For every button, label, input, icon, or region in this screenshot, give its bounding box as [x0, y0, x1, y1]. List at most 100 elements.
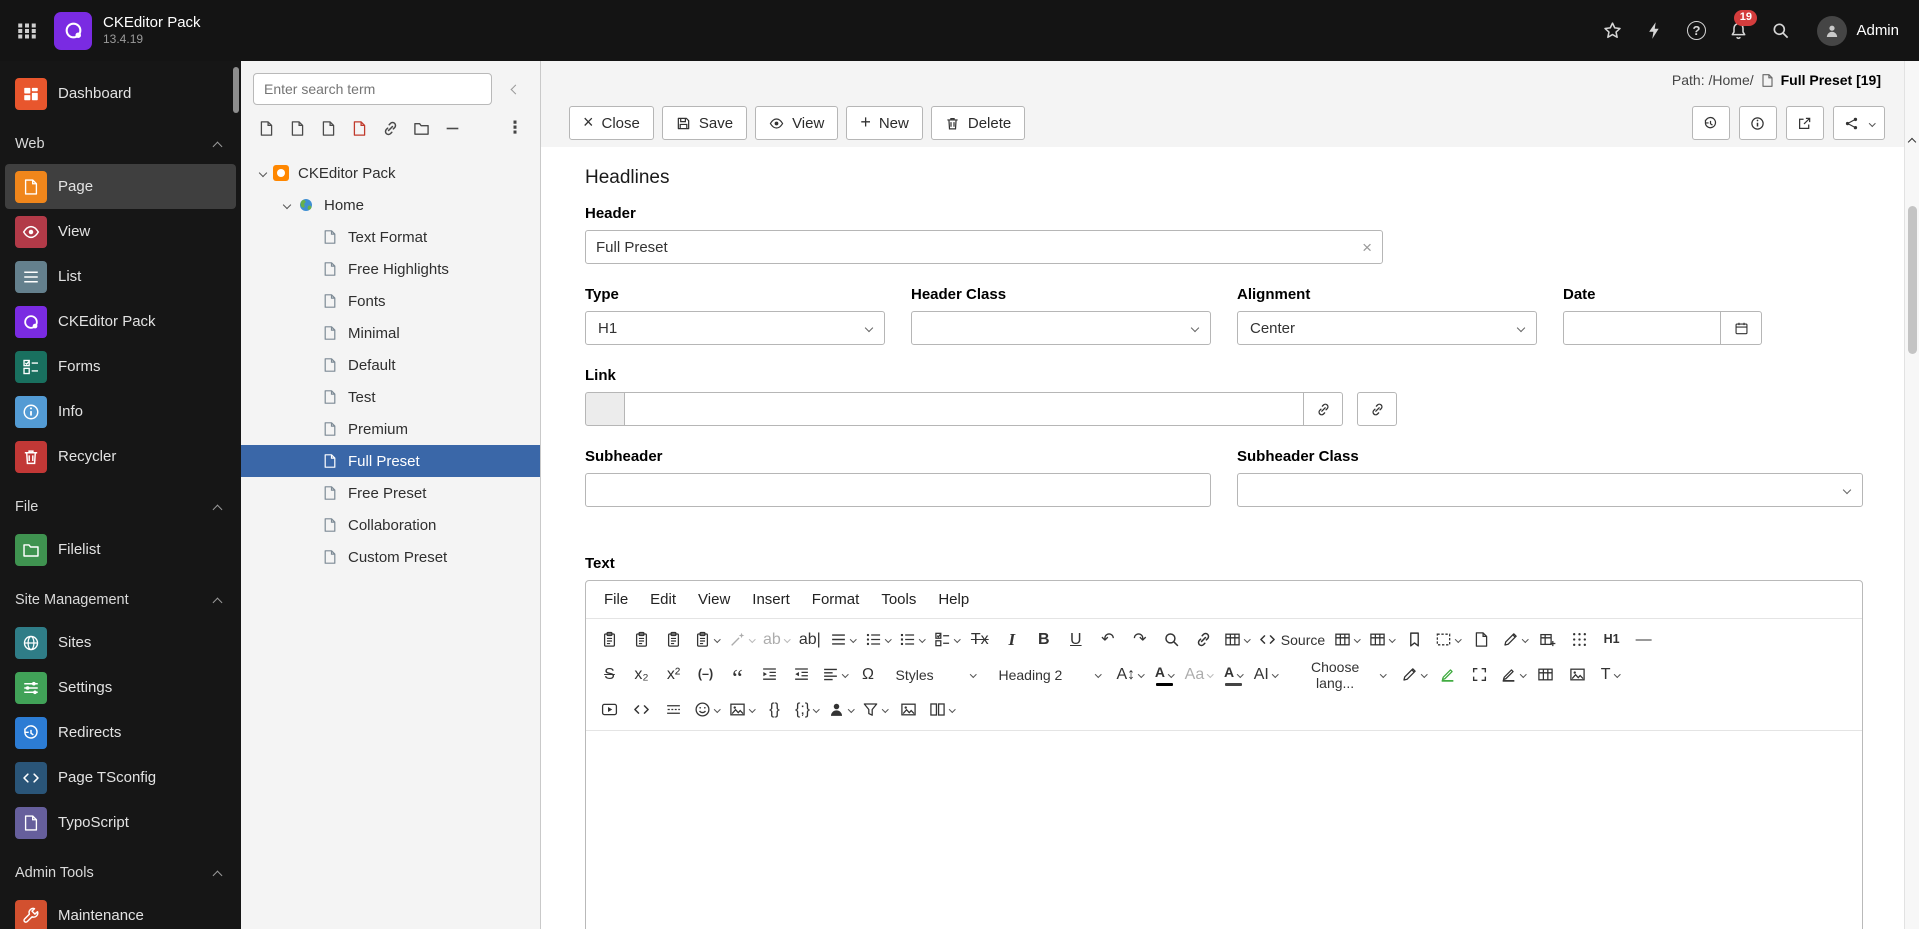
new-button[interactable]: +New [846, 106, 923, 140]
main-scrollbar-thumb[interactable] [1908, 206, 1917, 354]
editor-menu-view[interactable]: View [688, 584, 740, 615]
share-button[interactable] [1833, 106, 1886, 140]
sidebar-item-forms[interactable]: Forms [5, 344, 236, 389]
sidebar-scrollbar-thumb[interactable] [233, 67, 239, 113]
marker-button[interactable] [1496, 659, 1530, 690]
new-sysfolder-icon[interactable] [346, 115, 372, 141]
clear-icon[interactable]: × [1362, 239, 1372, 256]
tree-node-full-preset[interactable]: Full Preset [241, 445, 540, 477]
delete-button[interactable]: Delete [931, 106, 1025, 140]
alignment-select[interactable]: Center [1237, 311, 1537, 345]
ai-assistant-button[interactable]: AI [1250, 659, 1282, 690]
language-dropdown[interactable]: Choose lang... [1285, 659, 1393, 690]
tree-node-premium[interactable]: Premium [241, 413, 540, 445]
date-picker-button[interactable] [1720, 311, 1762, 345]
special-characters-button[interactable]: (–) [690, 659, 721, 690]
revision-history-button[interactable] [1466, 624, 1497, 655]
sidebar-item-filelist[interactable]: Filelist [5, 527, 236, 572]
header-input[interactable] [585, 230, 1383, 264]
tree-expander[interactable] [253, 170, 273, 176]
sidebar-item-page-tsconfig[interactable]: Page TSconfig [5, 755, 236, 800]
insert-image-button[interactable] [1562, 659, 1593, 690]
app-grid-button[interactable] [0, 0, 54, 61]
sidebar-item-view[interactable]: View [5, 209, 236, 254]
code-block-button[interactable]: {} [759, 694, 790, 725]
insert-special-character-button[interactable]: Ω [853, 659, 884, 690]
italic-button[interactable]: I [996, 624, 1027, 655]
sidebar-item-recycler[interactable]: Recycler [5, 434, 236, 479]
insert-table-button[interactable] [1220, 624, 1254, 655]
tree-node-fonts[interactable]: Fonts [241, 285, 540, 317]
new-divider-icon[interactable] [439, 115, 465, 141]
select-all-button[interactable] [1564, 624, 1595, 655]
tree-node-ckeditor-pack[interactable]: CKEditor Pack [241, 157, 540, 189]
notifications-button[interactable]: 19 [1717, 9, 1759, 53]
link-input[interactable] [624, 392, 1304, 426]
track-changes-button[interactable] [1498, 624, 1532, 655]
view-button[interactable]: View [755, 106, 838, 140]
header-class-select[interactable] [911, 311, 1211, 345]
tree-node-text-format[interactable]: Text Format [241, 221, 540, 253]
sidebar-item-info[interactable]: Info [5, 389, 236, 434]
insert-media-button[interactable] [594, 694, 625, 725]
tree-node-home[interactable]: Home [241, 189, 540, 221]
link-wizard-button[interactable] [1303, 392, 1343, 426]
link-button[interactable] [1188, 624, 1219, 655]
subheader-input[interactable] [585, 473, 1211, 507]
tree-node-test[interactable]: Test [241, 381, 540, 413]
heading-dropdown[interactable]: Heading 2 [991, 659, 1109, 690]
numbered-list-button[interactable] [895, 624, 929, 655]
table-row-button[interactable] [1365, 624, 1399, 655]
undo-button[interactable]: ↶ [1092, 624, 1123, 655]
sidebar-item-typoscript[interactable]: TypoScript [5, 800, 236, 845]
bulleted-list-button[interactable] [861, 624, 895, 655]
sidebar-item-list[interactable]: List [5, 254, 236, 299]
increase-indent-button[interactable] [754, 659, 785, 690]
remove-format-button[interactable]: Tx [964, 624, 995, 655]
image-upload-button[interactable] [725, 694, 759, 725]
filter-button[interactable] [858, 694, 892, 725]
text-case-button[interactable]: Aa [1181, 659, 1217, 690]
bookmark-button[interactable] [1399, 624, 1430, 655]
multi-column-button[interactable] [925, 694, 959, 725]
bookmark-button[interactable] [1591, 9, 1633, 53]
open-in-new-window-button[interactable] [1786, 106, 1824, 140]
placeholder-button[interactable]: {;} [791, 694, 823, 725]
list-style-button[interactable] [826, 624, 860, 655]
scroll-up-icon[interactable] [1908, 138, 1916, 146]
new-page-icon[interactable] [253, 115, 279, 141]
styles-dropdown[interactable]: Styles [888, 659, 984, 690]
sidebar-item-sites[interactable]: Sites [5, 620, 236, 665]
sidebar-group-admin-tools[interactable]: Admin Tools [0, 853, 241, 893]
sidebar-group-file[interactable]: File [0, 487, 241, 527]
sidebar-item-redirects[interactable]: Redirects [5, 710, 236, 755]
superscript-button[interactable]: x² [658, 659, 689, 690]
block-quote-button[interactable]: “ [722, 659, 753, 690]
text-transform-button[interactable]: T [1594, 659, 1625, 690]
new-folder-icon[interactable] [408, 115, 434, 141]
sidebar-item-page[interactable]: Page [5, 164, 236, 209]
tree-node-free-preset[interactable]: Free Preset [241, 477, 540, 509]
insert-table-layout-button[interactable] [1532, 624, 1563, 655]
new-shortcut-icon[interactable] [377, 115, 403, 141]
new-page-alt-icon[interactable] [284, 115, 310, 141]
case-change-button[interactable]: ab [759, 624, 793, 655]
tree-node-free-highlights[interactable]: Free Highlights [241, 253, 540, 285]
code-button[interactable] [626, 694, 657, 725]
save-button[interactable]: Save [662, 106, 747, 140]
underline-button[interactable]: U [1060, 624, 1091, 655]
heading-h1-button[interactable]: H1 [1596, 624, 1627, 655]
table-of-contents-button[interactable] [1530, 659, 1561, 690]
sidebar-item-ckeditor-pack[interactable]: CKEditor Pack [5, 299, 236, 344]
sidebar-group-web[interactable]: Web [0, 124, 241, 164]
text-alignment-button[interactable] [818, 659, 852, 690]
source-button[interactable]: Source [1255, 624, 1329, 655]
user-menu[interactable]: Admin [1817, 16, 1899, 46]
horizontal-line-button[interactable]: — [1628, 624, 1659, 655]
table-column-button[interactable] [1330, 624, 1364, 655]
subheader-class-select[interactable] [1237, 473, 1863, 507]
tree-node-default[interactable]: Default [241, 349, 540, 381]
editor-menu-file[interactable]: File [594, 584, 638, 615]
editor-menu-format[interactable]: Format [802, 584, 870, 615]
paste-button[interactable] [594, 624, 625, 655]
